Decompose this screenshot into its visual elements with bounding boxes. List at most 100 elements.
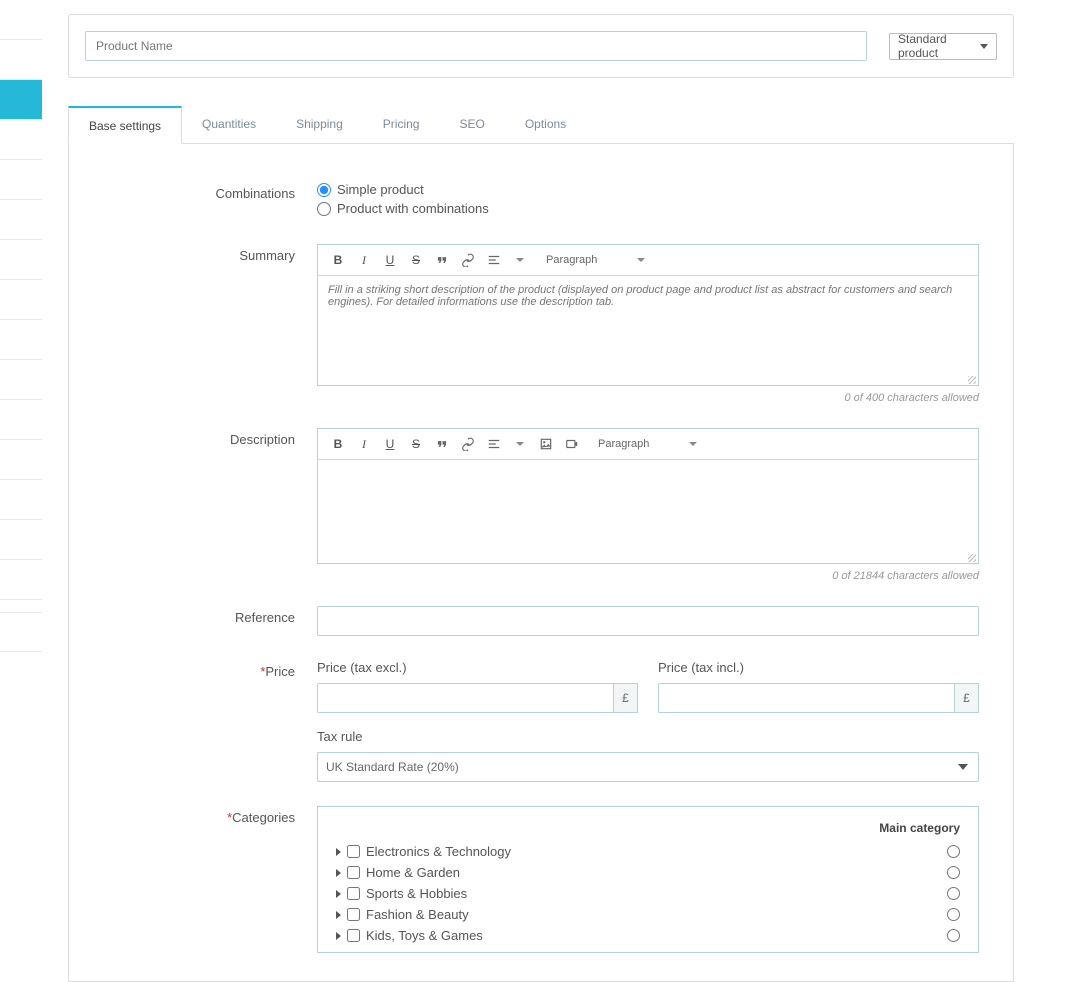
align-caret-icon[interactable] xyxy=(510,435,530,453)
radio-combo-label: Product with combinations xyxy=(337,201,489,216)
tab-pricing[interactable]: Pricing xyxy=(363,106,440,143)
category-checkbox[interactable] xyxy=(347,866,360,879)
sidebar-item[interactable] xyxy=(0,160,42,200)
expand-icon[interactable] xyxy=(336,869,341,877)
summary-char-count: 0 of 400 characters allowed xyxy=(317,392,979,404)
italic-icon[interactable]: I xyxy=(354,251,374,269)
sidebar-item-active[interactable] xyxy=(0,80,42,120)
summary-textarea[interactable] xyxy=(318,276,978,376)
price-excl-input[interactable] xyxy=(317,683,614,713)
align-icon[interactable] xyxy=(484,435,504,453)
summary-editor: B I U S Paragraph xyxy=(317,244,979,386)
resize-grip[interactable] xyxy=(318,379,978,385)
align-caret-icon[interactable] xyxy=(510,251,530,269)
radio-simple-product[interactable] xyxy=(317,183,331,197)
sidebar-item[interactable] xyxy=(0,612,42,652)
sidebar-item[interactable] xyxy=(0,360,42,400)
tax-rule-select[interactable]: UK Standard Rate (20%) xyxy=(317,752,979,782)
tab-base-settings[interactable]: Base settings xyxy=(68,106,182,144)
resize-grip[interactable] xyxy=(318,557,978,563)
tabs: Base settingsQuantitiesShippingPricingSE… xyxy=(68,106,1014,144)
strike-icon[interactable]: S xyxy=(406,251,426,269)
expand-icon[interactable] xyxy=(336,890,341,898)
price-incl-input[interactable] xyxy=(658,683,955,713)
sidebar-item[interactable] xyxy=(0,520,42,560)
main-category-radio[interactable] xyxy=(947,908,960,921)
category-row: Electronics & Technology xyxy=(336,841,960,862)
tab-seo[interactable]: SEO xyxy=(439,106,504,143)
bold-icon[interactable]: B xyxy=(328,435,348,453)
sidebar xyxy=(0,0,42,888)
image-icon[interactable] xyxy=(536,435,556,453)
sidebar-item[interactable] xyxy=(0,0,42,40)
align-icon[interactable] xyxy=(484,251,504,269)
tax-rule-value: UK Standard Rate (20%) xyxy=(326,760,459,774)
sidebar-item[interactable] xyxy=(0,480,42,520)
main-category-radio[interactable] xyxy=(947,887,960,900)
strike-icon[interactable]: S xyxy=(406,435,426,453)
link-icon[interactable] xyxy=(458,251,478,269)
caret-down-icon xyxy=(980,44,988,49)
category-row: Sports & Hobbies xyxy=(336,883,960,904)
main-category-radio[interactable] xyxy=(947,866,960,879)
category-row: Fashion & Beauty xyxy=(336,904,960,925)
product-name-input[interactable] xyxy=(85,31,867,61)
italic-icon[interactable]: I xyxy=(354,435,374,453)
description-editor: B I U S Paragraph xyxy=(317,428,979,564)
description-textarea[interactable] xyxy=(318,460,978,554)
reference-input[interactable] xyxy=(317,606,979,636)
bold-icon[interactable]: B xyxy=(328,251,348,269)
main-category-radio[interactable] xyxy=(947,929,960,942)
tab-shipping[interactable]: Shipping xyxy=(276,106,363,143)
price-excl-label: Price (tax excl.) xyxy=(317,660,638,675)
sidebar-item[interactable] xyxy=(0,120,42,160)
sidebar-item[interactable] xyxy=(0,440,42,480)
expand-icon[interactable] xyxy=(336,911,341,919)
main-category-radio[interactable] xyxy=(947,845,960,858)
underline-icon[interactable]: U xyxy=(380,435,400,453)
video-icon[interactable] xyxy=(562,435,582,453)
category-label: Electronics & Technology xyxy=(366,844,511,859)
tab-options[interactable]: Options xyxy=(505,106,586,143)
summary-label: Summary xyxy=(103,244,317,263)
radio-product-combinations[interactable] xyxy=(317,202,331,216)
sidebar-item[interactable] xyxy=(0,280,42,320)
sidebar-item[interactable] xyxy=(0,200,42,240)
category-label: Sports & Hobbies xyxy=(366,886,467,901)
summary-toolbar: B I U S Paragraph xyxy=(318,245,978,276)
sidebar-item[interactable] xyxy=(0,40,42,80)
tax-rule-label: Tax rule xyxy=(317,729,979,744)
product-type-label: Standard product xyxy=(898,32,980,60)
sidebar-item[interactable] xyxy=(0,400,42,440)
tab-quantities[interactable]: Quantities xyxy=(182,106,276,143)
category-label: Fashion & Beauty xyxy=(366,907,469,922)
expand-icon[interactable] xyxy=(336,932,341,940)
sidebar-item[interactable] xyxy=(0,320,42,360)
paragraph-select[interactable]: Paragraph xyxy=(598,438,697,450)
quote-icon[interactable] xyxy=(432,435,452,453)
sidebar-item[interactable] xyxy=(0,240,42,280)
caret-down-icon xyxy=(958,764,968,770)
category-row: Kids, Toys & Games xyxy=(336,925,960,946)
quote-icon[interactable] xyxy=(432,251,452,269)
underline-icon[interactable]: U xyxy=(380,251,400,269)
categories-panel: Main category Electronics & TechnologyHo… xyxy=(317,806,979,953)
category-checkbox[interactable] xyxy=(347,908,360,921)
sidebar-item[interactable] xyxy=(0,560,42,600)
category-checkbox[interactable] xyxy=(347,887,360,900)
category-label: Kids, Toys & Games xyxy=(366,928,483,943)
categories-label: *Categories xyxy=(103,806,317,825)
category-checkbox[interactable] xyxy=(347,845,360,858)
product-header-panel: Standard product xyxy=(68,14,1014,78)
description-toolbar: B I U S Paragraph xyxy=(318,429,978,460)
category-row: Home & Garden xyxy=(336,862,960,883)
product-type-select[interactable]: Standard product xyxy=(889,33,997,60)
combinations-label: Combinations xyxy=(103,182,317,201)
caret-down-icon xyxy=(689,442,697,446)
price-incl-label: Price (tax incl.) xyxy=(658,660,979,675)
paragraph-select[interactable]: Paragraph xyxy=(546,254,645,266)
description-label: Description xyxy=(103,428,317,447)
link-icon[interactable] xyxy=(458,435,478,453)
expand-icon[interactable] xyxy=(336,848,341,856)
category-checkbox[interactable] xyxy=(347,929,360,942)
